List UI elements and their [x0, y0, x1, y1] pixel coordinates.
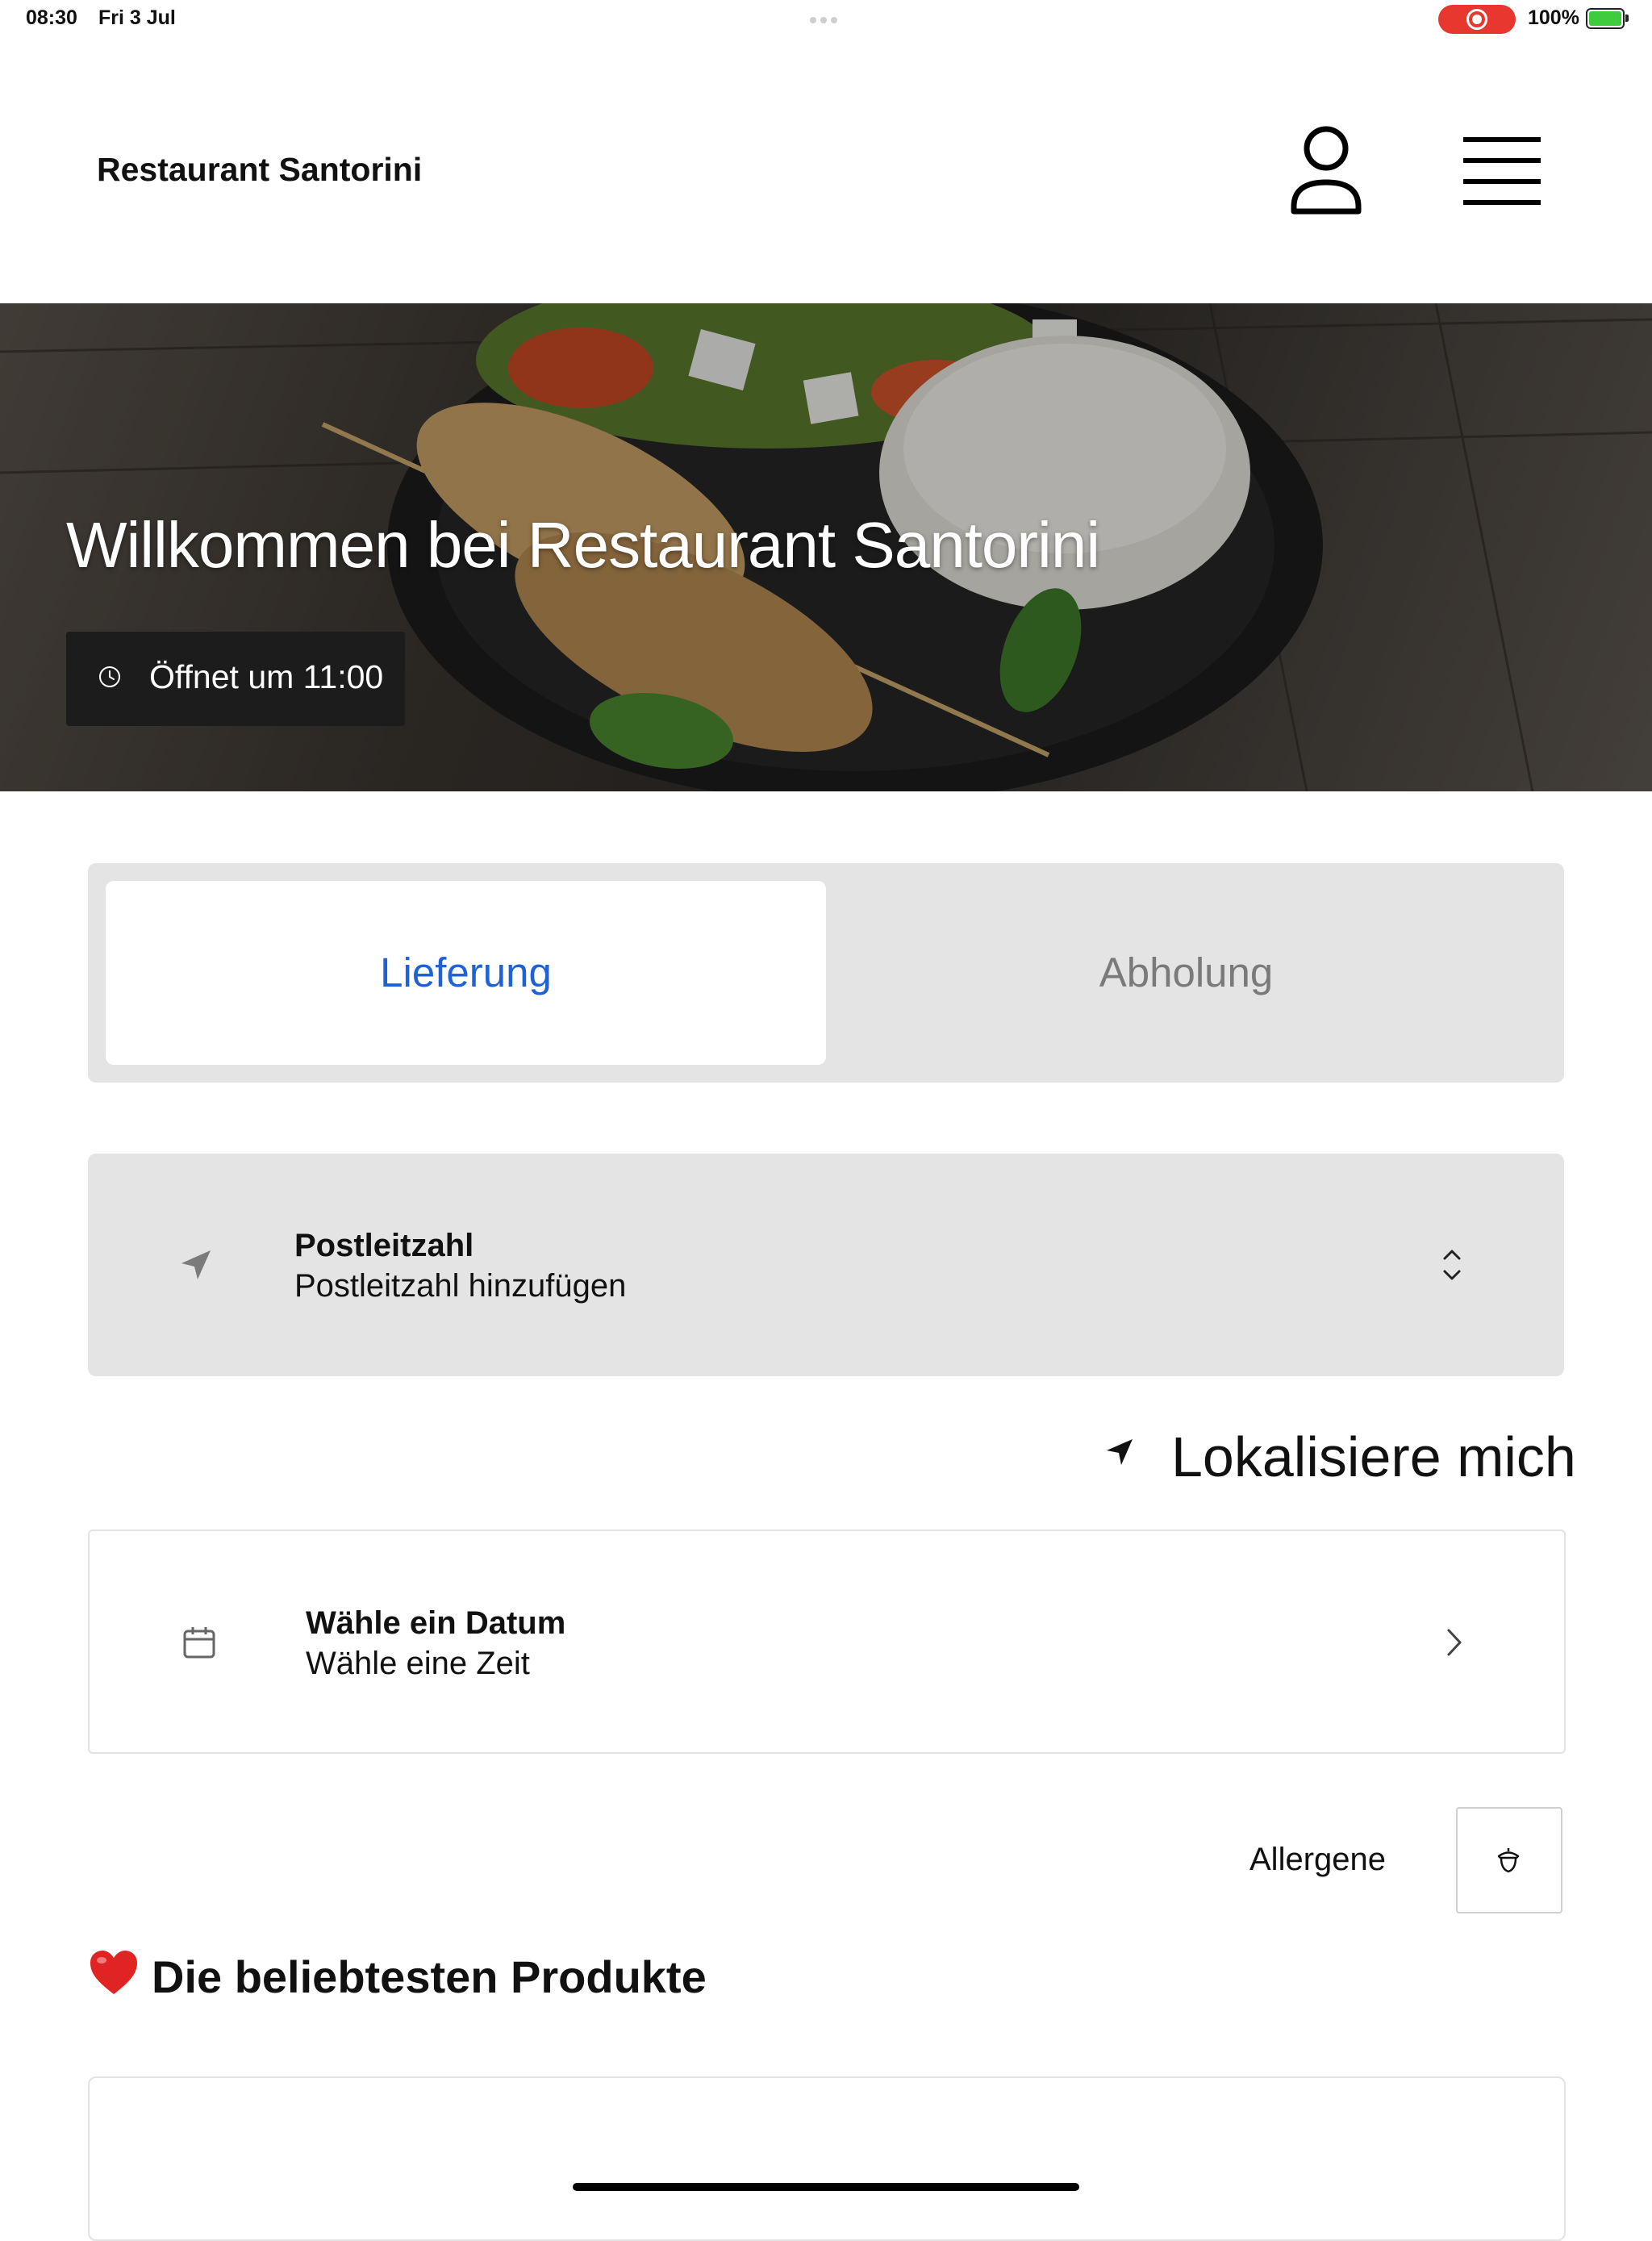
chevron-right-icon — [1447, 1629, 1462, 1656]
home-indicator[interactable] — [573, 2183, 1079, 2191]
chevron-up-down-icon — [1443, 1250, 1461, 1280]
opening-hours-text: Öffnet um 11:00 — [149, 658, 384, 695]
opening-hours-badge: Öffnet um 11:00 — [66, 632, 405, 726]
locate-me-button[interactable]: Lokalisiere mich — [1171, 1425, 1576, 1489]
acorn-icon — [1497, 1848, 1520, 1873]
date-time-picker[interactable]: Wähle ein Datum Wähle eine Zeit — [88, 1529, 1566, 1754]
clock-icon — [99, 666, 120, 687]
allergens-label: Allergene — [1249, 1842, 1387, 1877]
order-mode-toggle: Lieferung Abholung — [88, 863, 1564, 1083]
locate-arrow-icon[interactable] — [1105, 1438, 1134, 1467]
tab-pickup[interactable]: Abholung — [826, 881, 1546, 1065]
screen-recording-icon[interactable] — [1438, 5, 1516, 34]
date-label: Wähle ein Datum — [306, 1605, 566, 1641]
postcode-selector[interactable]: Postleitzahl Postleitzahl hinzufügen — [88, 1154, 1564, 1376]
status-time: 08:30 — [26, 6, 77, 29]
location-arrow-icon — [181, 1250, 211, 1279]
product-card[interactable] — [88, 2076, 1566, 2241]
tab-delivery[interactable]: Lieferung — [106, 881, 826, 1065]
battery-icon — [1586, 8, 1629, 29]
postcode-label: Postleitzahl — [294, 1228, 474, 1263]
hero-title: Willkommen bei Restaurant Santorini — [66, 509, 1100, 581]
restaurant-name[interactable]: Restaurant Santorini — [97, 151, 422, 189]
time-label: Wähle eine Zeit — [306, 1646, 530, 1681]
heart-icon — [90, 1951, 137, 1994]
user-account-icon[interactable] — [1289, 126, 1363, 216]
multitasking-dots-icon[interactable] — [810, 13, 844, 23]
battery-percentage: 100% — [1528, 6, 1579, 29]
calendar-icon — [183, 1627, 215, 1659]
status-date: Fri 3 Jul — [98, 6, 176, 29]
allergens-button[interactable] — [1456, 1807, 1562, 1913]
postcode-placeholder: Postleitzahl hinzufügen — [294, 1268, 627, 1304]
hamburger-menu-icon[interactable] — [1462, 136, 1542, 207]
popular-products-heading: Die beliebtesten Produkte — [152, 1951, 707, 2002]
